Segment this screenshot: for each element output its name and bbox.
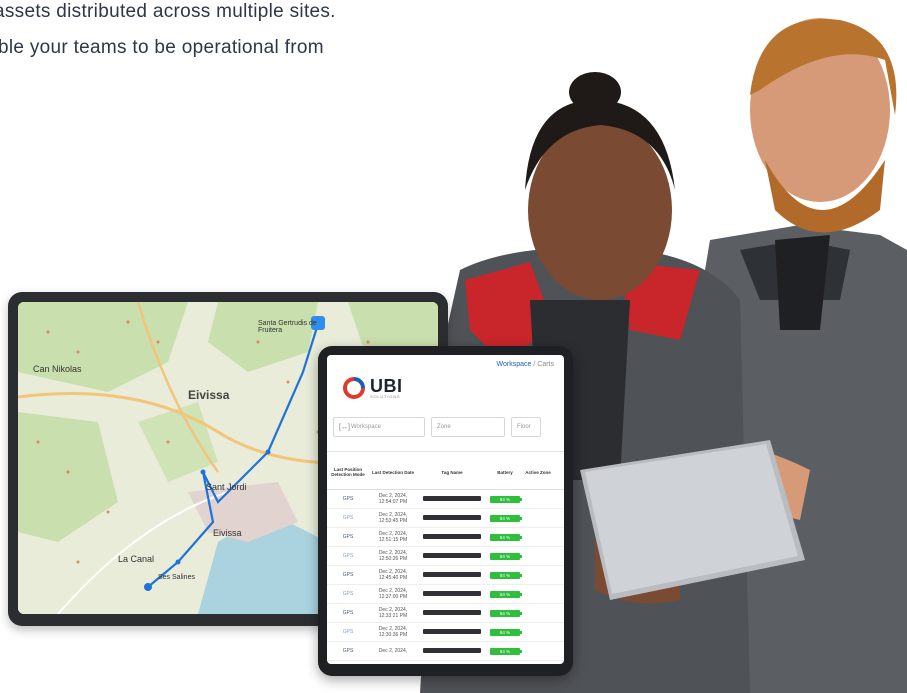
battery-indicator: 84 % [490,552,522,560]
cell-detection-date: Dec 2, 2024, [378,648,408,654]
tag-name-redacted [423,609,481,615]
battery-indicator: 84 % [490,609,522,617]
table-row[interactable]: GPS Dec 2, 2024, 84 % [327,642,564,661]
workspace-filter[interactable]: [↔] Workspace [333,417,425,437]
tag-name-redacted [423,552,481,558]
table-row[interactable]: GPS Dec 2, 2024, 12:50:26 PM 84 % [327,547,564,566]
workspace-placeholder: Workspace [351,424,381,430]
cell-detection-date: Dec 2, 2024, 12:50:26 PM [378,550,408,562]
breadcrumb-workspace[interactable]: Workspace [497,361,532,368]
cell-detection-mode: GPS [342,515,354,521]
cell-tag-name [417,514,487,522]
cell-battery: 84 % [487,533,523,541]
cell-battery: 84 % [487,647,523,655]
floor-filter[interactable]: Floor [511,417,541,437]
cell-detection-date: Dec 2, 2024, 12:54:07 PM [378,493,408,505]
cell-battery: 84 % [487,552,523,560]
cell-detection-date: Dec 2, 2024, 12:53:45 PM [378,512,408,524]
cell-battery: 84 % [487,571,523,579]
cell-tag-name [417,628,487,636]
cell-tag-name [417,590,487,598]
table-row[interactable]: GPS Dec 2, 2024, 12:30:36 PM 84 % [327,623,564,642]
tag-name-redacted [423,628,481,634]
logo-ring-icon [343,377,365,399]
cell-detection-mode: GPS [342,572,354,578]
cell-battery: 84 % [487,609,523,617]
table-row[interactable]: GPS Dec 2, 2024, 12:33:21 PM 84 % [327,604,564,623]
cell-detection-mode: GPS [342,534,354,540]
table-row[interactable]: GPS Dec 2, 2024, 12:51:15 PM 84 % [327,528,564,547]
map-label-can-nikolas: Can Nikolas [33,364,82,374]
cell-tag-name [417,495,487,503]
table-row[interactable]: GPS Dec 2, 2024, 12:45:40 PM 84 % [327,566,564,585]
tag-name-redacted [423,571,481,577]
cell-detection-mode: GPS [342,591,354,597]
cell-detection-mode: GPS [342,496,354,502]
cell-detection-mode: GPS [342,610,354,616]
floor-placeholder: Floor [517,424,531,430]
cell-detection-mode: GPS [342,553,354,559]
cell-detection-date: Dec 2, 2024, 12:45:40 PM [378,569,408,581]
tag-name-redacted [423,647,481,653]
zone-filter[interactable]: Zone [431,417,505,437]
logo-name: UBI [370,375,403,396]
tag-name-redacted [423,533,481,539]
intro-line-1: assets distributed across multiple sites… [0,1,336,22]
cell-detection-date: Dec 2, 2024, 12:51:15 PM [378,531,408,543]
battery-indicator: 84 % [490,647,522,655]
cell-tag-name [417,533,487,541]
cell-detection-date: Dec 2, 2024, 12:33:21 PM [378,607,408,619]
col-detection-mode[interactable]: Last Position Detection Mode [327,467,369,477]
cell-battery: 84 % [487,590,523,598]
divider [327,451,564,452]
cell-battery: 84 % [487,495,523,503]
map-label-eivissa-town: Eivissa [213,528,242,538]
breadcrumb: Workspace / Carts [497,361,554,368]
col-active-zone[interactable]: Active Zone [523,470,553,475]
cell-detection-date: Dec 2, 2024, 12:30:36 PM [378,626,408,638]
battery-indicator: 84 % [490,571,522,579]
filter-bar: [↔] Workspace Zone Floor [333,417,564,437]
battery-indicator: 84 % [490,495,522,503]
cell-battery: 84 % [487,628,523,636]
cell-detection-mode: GPS [342,648,354,654]
carts-table: Last Position Detection Mode Last Detect… [327,455,564,661]
tag-name-redacted [423,495,481,501]
map-label-ses-salines: Ses Salines [158,574,195,581]
battery-indicator: 84 % [490,590,522,598]
cell-battery: 84 % [487,514,523,522]
dashboard-screen: Workspace / Carts UBI SOLUTIONS [↔] Work… [327,355,564,664]
cell-tag-name [417,609,487,617]
table-row[interactable]: GPS Dec 2, 2024, 12:54:07 PM 84 % [327,490,564,509]
map-label-eivissa: Eivissa [188,388,230,402]
map-label-sant-jordi: Sant Jordi [206,482,247,492]
breadcrumb-carts: Carts [537,361,554,368]
col-tag-name[interactable]: Tag Name [417,470,487,475]
tag-name-redacted [423,514,481,520]
tag-name-redacted [423,590,481,596]
cell-tag-name [417,552,487,560]
cell-detection-date: Dec 2, 2024, 12:37:00 PM [378,588,408,600]
zone-placeholder: Zone [437,424,451,430]
battery-indicator: 84 % [490,628,522,636]
col-detection-date[interactable]: Last Detection Date [369,470,417,475]
col-battery[interactable]: Battery [487,470,523,475]
intro-line-2: ble your teams to be operational from [0,37,324,58]
table-row[interactable]: GPS Dec 2, 2024, 12:37:00 PM 84 % [327,585,564,604]
battery-indicator: 84 % [490,514,522,522]
map-label-la-canal: La Canal [118,554,155,564]
cell-tag-name [417,571,487,579]
cell-tag-name [417,647,487,655]
logo-sub: SOLUTIONS [370,393,401,399]
battery-indicator: 84 % [490,533,522,541]
ubi-logo[interactable]: UBI SOLUTIONS [343,377,403,399]
map-label-santa-gertrudis: Santa Gertrudis de Fruitera [258,320,317,334]
table-header: Last Position Detection Mode Last Detect… [327,455,564,490]
dashboard-tablet: Workspace / Carts UBI SOLUTIONS [↔] Work… [318,346,573,676]
cell-detection-mode: GPS [342,629,354,635]
table-row[interactable]: GPS Dec 2, 2024, 12:53:45 PM 84 % [327,509,564,528]
workspace-icon: [↔] [339,423,350,431]
